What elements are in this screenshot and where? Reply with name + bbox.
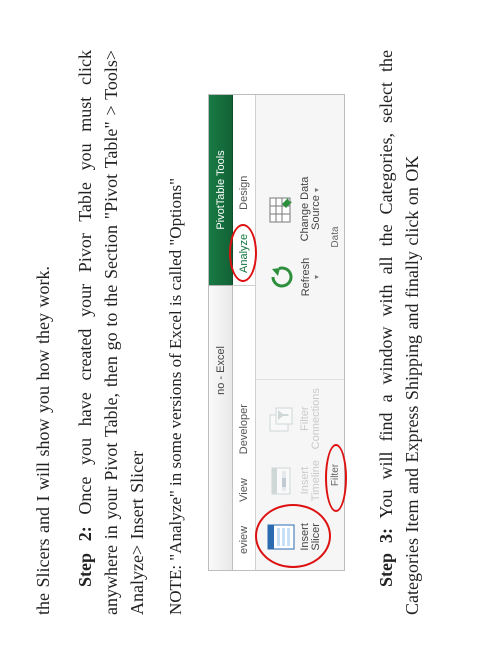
filter-group-label: Filter: [328, 380, 344, 570]
data-group-label: Data: [328, 95, 344, 379]
note-line: NOTE: "Analyze" in some versions of Exce…: [166, 50, 186, 615]
filter-connections-icon: [266, 404, 296, 434]
tab-analyze[interactable]: Analyze: [233, 222, 255, 285]
window-title-doc: no - Excel: [209, 285, 233, 570]
tab-developer[interactable]: Developer: [233, 392, 255, 466]
step-3-label: Step 3:: [376, 528, 396, 587]
tab-view[interactable]: View: [233, 466, 255, 514]
slicer-icon: [266, 522, 296, 552]
tab-design[interactable]: Design: [233, 164, 255, 222]
intro-fragment: the Slicers and I will show you how they…: [30, 50, 56, 615]
excel-ribbon-screenshot: no - Excel PivotTable Tools eview View D…: [208, 94, 345, 571]
insert-slicer-label-2: Slicer: [311, 523, 323, 551]
window-title-contextual: PivotTable Tools: [209, 95, 233, 285]
tab-review[interactable]: eview: [233, 514, 255, 566]
dropdown-arrow-icon: ▾: [313, 275, 321, 279]
timeline-icon: [266, 466, 296, 496]
refresh-icon: [267, 262, 297, 292]
step-3-paragraph: Step 3: You will find a window with all …: [373, 50, 425, 615]
step-2-paragraph: Step 2: Once you have created your Pivor…: [72, 50, 150, 615]
filter-connections-button[interactable]: Filter Connections: [264, 386, 325, 451]
change-data-source-button[interactable]: Change Data Source ▾: [264, 170, 325, 248]
refresh-button[interactable]: Refresh ▾: [265, 250, 323, 304]
step-2-label: Step 2:: [75, 526, 95, 587]
change-data-source-icon: [266, 194, 296, 224]
insert-slicer-button[interactable]: Insert Slicer: [264, 510, 325, 564]
dropdown-arrow-icon: ▾: [312, 188, 321, 192]
insert-timeline-button[interactable]: Insert Timeline: [264, 453, 325, 507]
